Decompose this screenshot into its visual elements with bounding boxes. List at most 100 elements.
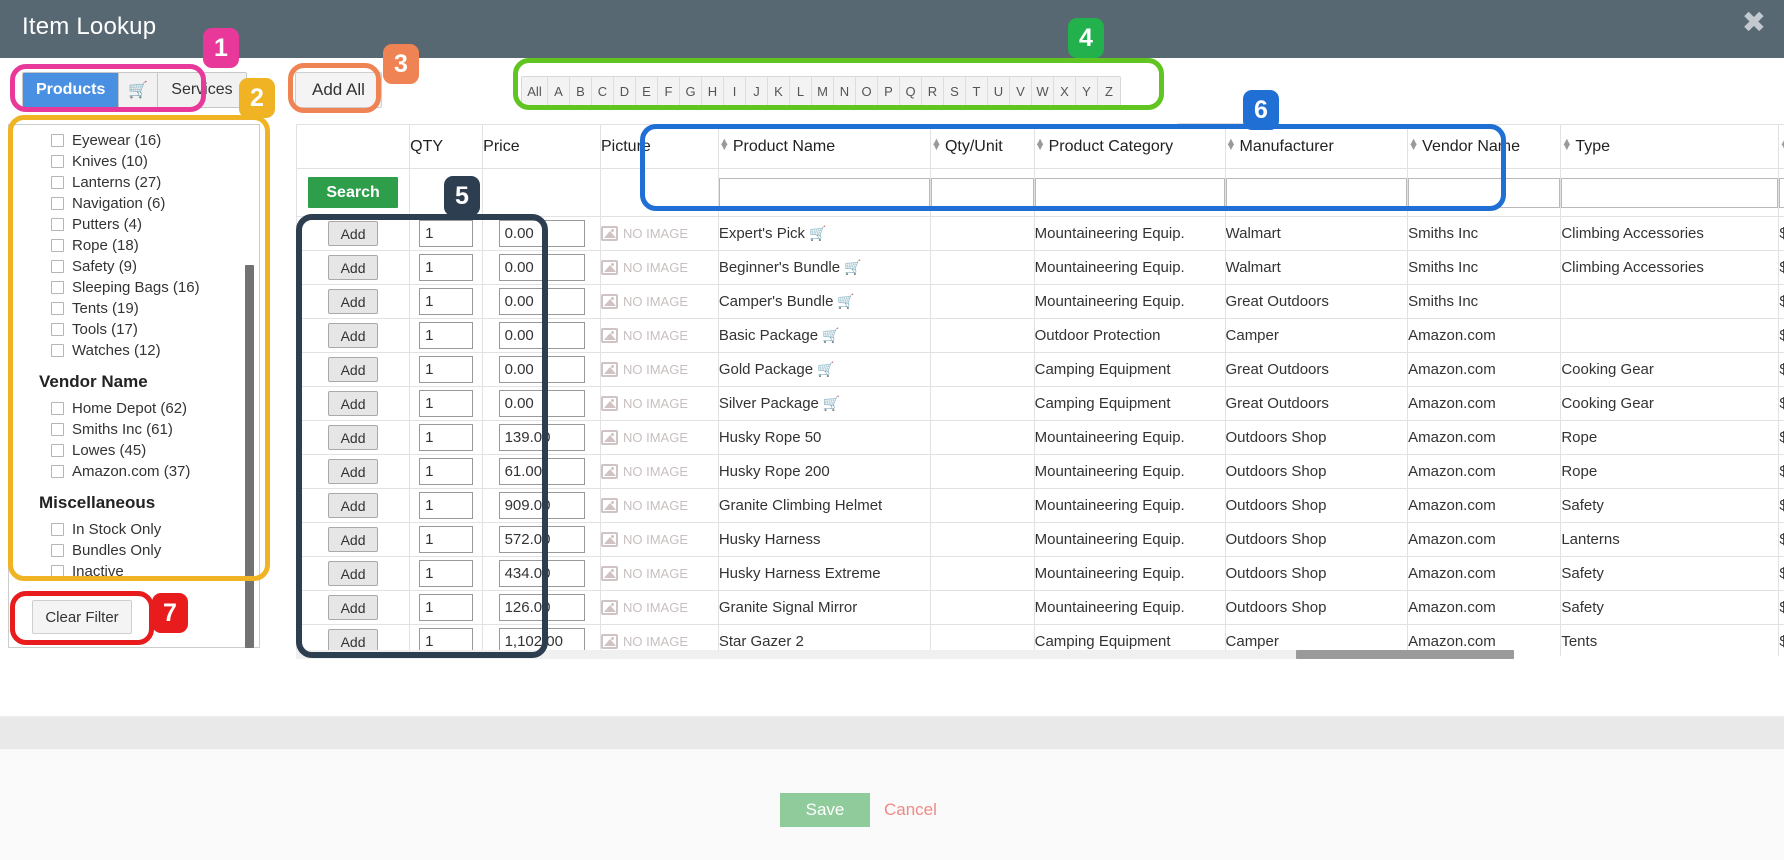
filter-checkbox-row[interactable]: Smiths Inc (61)	[9, 419, 259, 440]
alpha-filter-o[interactable]: O	[856, 77, 878, 105]
column-header-product-name[interactable]: ▲ ▼ Product Name	[717, 124, 931, 169]
column-header-qty-unit[interactable]: ▲ ▼ Qty/Unit	[929, 124, 1035, 169]
table-row[interactable]: Add NO IMAGE Beginner's Bundle🛒 Mountaineer…	[296, 250, 1784, 285]
filter-input-product-name[interactable]	[718, 177, 930, 208]
filter-checkbox-row[interactable]: Bundles Only	[9, 540, 259, 561]
filter-checkbox-row[interactable]: In Stock Only	[9, 519, 259, 540]
table-row[interactable]: Add NO IMAGE Camper's Bundle🛒 Mountaineerin…	[296, 284, 1784, 319]
table-row[interactable]: Add NO IMAGE Expert's Pick🛒 Mountaineering …	[296, 216, 1784, 251]
checkbox-icon[interactable]	[51, 260, 64, 273]
add-row-button[interactable]: Add	[328, 221, 379, 246]
checkbox-icon[interactable]	[51, 218, 64, 231]
alpha-filter-d[interactable]: D	[614, 77, 636, 105]
alpha-filter-a[interactable]: A	[548, 77, 570, 105]
checkbox-icon[interactable]	[51, 155, 64, 168]
alpha-filter-x[interactable]: X	[1054, 77, 1076, 105]
price-input[interactable]	[498, 458, 585, 485]
filter-checkbox-row[interactable]: Amazon.com (37)	[9, 461, 259, 482]
column-header-unit-price[interactable]: ▲▼Unit Price	[1778, 124, 1784, 169]
sort-arrows-icon[interactable]: ▲▼	[931, 136, 942, 152]
add-row-button[interactable]: Add	[328, 357, 379, 382]
checkbox-icon[interactable]	[51, 134, 64, 147]
price-input[interactable]	[498, 322, 585, 349]
checkbox-icon[interactable]	[51, 197, 64, 210]
price-input[interactable]	[498, 492, 585, 519]
alpha-filter-q[interactable]: Q	[900, 77, 922, 105]
table-row[interactable]: Add NO IMAGE Granite Signal Mirror Mountain…	[296, 590, 1784, 625]
filter-input-type[interactable]	[1561, 177, 1779, 208]
add-row-button[interactable]: Add	[328, 289, 379, 314]
alpha-filter-m[interactable]: M	[812, 77, 834, 105]
add-row-button[interactable]: Add	[328, 391, 379, 416]
alpha-filter-r[interactable]: R	[922, 77, 944, 105]
qty-input[interactable]	[419, 220, 474, 247]
checkbox-icon[interactable]	[51, 423, 64, 436]
alpha-filter-j[interactable]: J	[746, 77, 768, 105]
price-input[interactable]	[498, 220, 585, 247]
filter-checkbox-row[interactable]: Rope (18)	[9, 235, 259, 256]
search-button[interactable]: Search	[308, 177, 399, 208]
checkbox-icon[interactable]	[51, 523, 64, 536]
alpha-filter-g[interactable]: G	[680, 77, 702, 105]
tab-services[interactable]: Services	[158, 73, 246, 107]
table-row[interactable]: Add NO IMAGE Basic Package🛒 Outdoor Protect…	[296, 318, 1784, 353]
filter-input-vendor-name[interactable]	[1408, 177, 1561, 208]
alpha-filter-b[interactable]: B	[570, 77, 592, 105]
add-row-button[interactable]: Add	[328, 425, 379, 450]
filter-checkbox-row[interactable]: Lowes (45)	[9, 440, 259, 461]
sort-arrows-icon[interactable]: ▲▼	[719, 136, 730, 152]
alpha-filter-v[interactable]: V	[1010, 77, 1032, 105]
filter-input-product-category[interactable]	[1034, 177, 1225, 208]
sort-arrows-icon[interactable]: ▲▼	[1561, 136, 1572, 152]
alpha-filter-h[interactable]: H	[702, 77, 724, 105]
price-input[interactable]	[498, 254, 585, 281]
checkbox-icon[interactable]	[51, 239, 64, 252]
table-row[interactable]: Add NO IMAGE Granite Climbing Helmet Mounta…	[296, 488, 1784, 523]
qty-input[interactable]	[419, 390, 474, 417]
add-row-button[interactable]: Add	[328, 527, 379, 552]
checkbox-icon[interactable]	[51, 444, 64, 457]
sort-arrows-icon[interactable]: ▲▼	[1779, 136, 1784, 152]
filter-input-qty-unit[interactable]	[930, 177, 1034, 208]
alpha-filter-y[interactable]: Y	[1076, 77, 1098, 105]
qty-input[interactable]	[419, 322, 474, 349]
qty-input[interactable]	[419, 356, 474, 383]
add-row-button[interactable]: Add	[328, 595, 379, 620]
filter-checkbox-row[interactable]: Tools (17)	[9, 319, 259, 340]
tab-products[interactable]: Products	[23, 73, 120, 107]
table-row[interactable]: Add NO IMAGE Husky Harness Mountaineering E…	[296, 522, 1784, 557]
clear-filter-button[interactable]: Clear Filter	[32, 600, 132, 634]
qty-input[interactable]	[419, 526, 474, 553]
table-row[interactable]: Add NO IMAGE Gold Package🛒 Camping Equipmen…	[296, 352, 1784, 387]
checkbox-icon[interactable]	[51, 344, 64, 357]
alpha-filter-i[interactable]: I	[724, 77, 746, 105]
sort-arrows-icon[interactable]: ▲▼	[1408, 136, 1419, 152]
alpha-filter-z[interactable]: Z	[1098, 77, 1120, 105]
price-input[interactable]	[498, 560, 585, 587]
column-header-vendor-name[interactable]: ▲ ▼ Vendor Name	[1407, 124, 1562, 169]
qty-input[interactable]	[419, 458, 474, 485]
alpha-filter-p[interactable]: P	[878, 77, 900, 105]
filter-checkbox-row[interactable]: Knives (10)	[9, 151, 259, 172]
add-row-button[interactable]: Add	[328, 561, 379, 586]
price-input[interactable]	[498, 424, 585, 451]
price-input[interactable]	[498, 594, 585, 621]
qty-input[interactable]	[419, 492, 474, 519]
filter-checkbox-row[interactable]: Sleeping Bags (16)	[9, 277, 259, 298]
alpha-filter-f[interactable]: F	[658, 77, 680, 105]
cancel-button[interactable]: Cancel	[884, 793, 937, 827]
filter-checkbox-row[interactable]: Putters (4)	[9, 214, 259, 235]
sort-arrows-icon[interactable]: ▲▼	[1035, 136, 1046, 152]
table-row[interactable]: Add NO IMAGE Silver Package🛒 Camping Equipm…	[296, 386, 1784, 421]
checkbox-icon[interactable]	[51, 302, 64, 315]
alpha-filter-n[interactable]: N	[834, 77, 856, 105]
checkbox-icon[interactable]	[51, 176, 64, 189]
shopping-cart-icon[interactable]: 🛒	[119, 73, 159, 107]
table-row[interactable]: Add NO IMAGE Husky Rope 50 Mountaineering E…	[296, 420, 1784, 455]
checkbox-icon[interactable]	[51, 565, 64, 578]
table-row[interactable]: Add NO IMAGE Husky Rope 200 Mountaineering …	[296, 454, 1784, 489]
save-button[interactable]: Save	[780, 793, 870, 827]
filter-checkbox-row[interactable]: Inactive	[9, 561, 259, 582]
price-input[interactable]	[498, 356, 585, 383]
filter-checkbox-row[interactable]: Lanterns (27)	[9, 172, 259, 193]
